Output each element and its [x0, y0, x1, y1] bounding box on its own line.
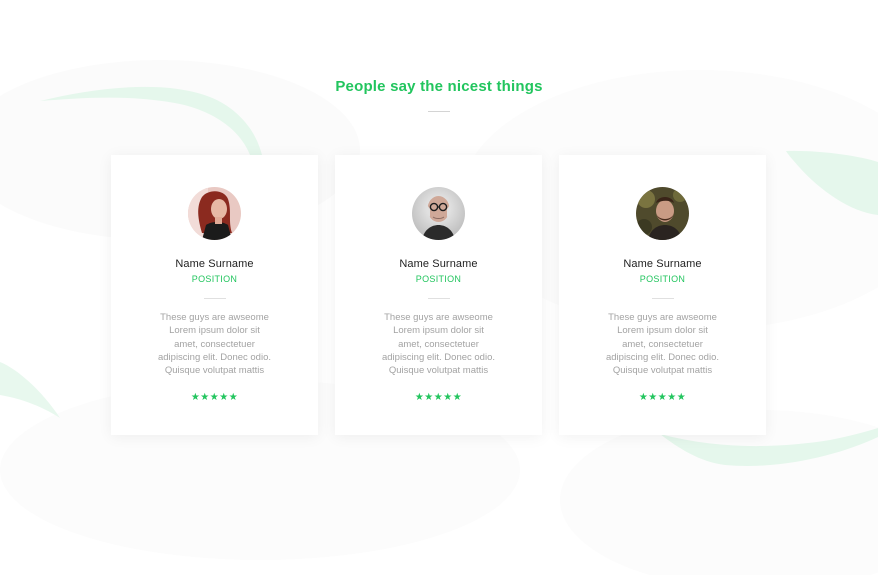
quote-line: Quisque volutpat mattis [164, 365, 265, 377]
testimonial-card: Name Surname POSITION These guys are aws… [559, 155, 766, 435]
testimonial-quote: These guys are awseome Lorem ipsum dolor… [145, 311, 284, 377]
testimonial-quote: These guys are awseome Lorem ipsum dolor… [593, 311, 732, 377]
bald-man-glasses-avatar-icon [412, 187, 465, 240]
person-name: Name Surname [623, 258, 702, 270]
testimonial-card: Name Surname POSITION These guys are aws… [111, 155, 318, 435]
star-rating-icon: ★★★★★ [414, 392, 463, 403]
woman-red-hair-avatar-icon [188, 187, 241, 240]
person-name: Name Surname [175, 258, 254, 270]
quote-line: Quisque volutpat mattis [612, 365, 713, 377]
quote-line: amet, consectetuer [622, 338, 703, 350]
person-name: Name Surname [399, 258, 478, 270]
testimonial-quote: These guys are awseome Lorem ipsum dolor… [369, 311, 508, 377]
quote-line: Quisque volutpat mattis [388, 365, 489, 377]
quote-line: Lorem ipsum dolor sit [393, 325, 484, 337]
quote-line: amet, consectetuer [398, 338, 479, 350]
quote-line: Lorem ipsum dolor sit [617, 325, 708, 337]
quote-line: amet, consectetuer [174, 338, 255, 350]
card-divider [428, 298, 450, 299]
quote-line: These guys are awseome [160, 312, 269, 323]
testimonial-card: Name Surname POSITION These guys are aws… [335, 155, 542, 435]
star-rating-icon: ★★★★★ [190, 392, 239, 403]
quote-line: These guys are awseome [384, 312, 493, 323]
bearded-man-avatar-icon [636, 187, 689, 240]
title-divider [428, 111, 450, 112]
quote-line: adipiscing elit. Donec odio. [381, 351, 495, 363]
testimonial-cards: Name Surname POSITION These guys are aws… [111, 155, 766, 435]
card-divider [652, 298, 674, 299]
quote-line: adipiscing elit. Donec odio. [157, 351, 271, 363]
person-position: POSITION [415, 274, 462, 284]
star-rating-icon: ★★★★★ [638, 392, 687, 403]
person-position: POSITION [191, 274, 238, 284]
quote-line: adipiscing elit. Donec odio. [605, 351, 719, 363]
person-position: POSITION [639, 274, 686, 284]
quote-line: These guys are awseome [608, 312, 717, 323]
section-title: People say the nicest things [335, 78, 543, 95]
card-divider [204, 298, 226, 299]
quote-line: Lorem ipsum dolor sit [169, 325, 260, 337]
